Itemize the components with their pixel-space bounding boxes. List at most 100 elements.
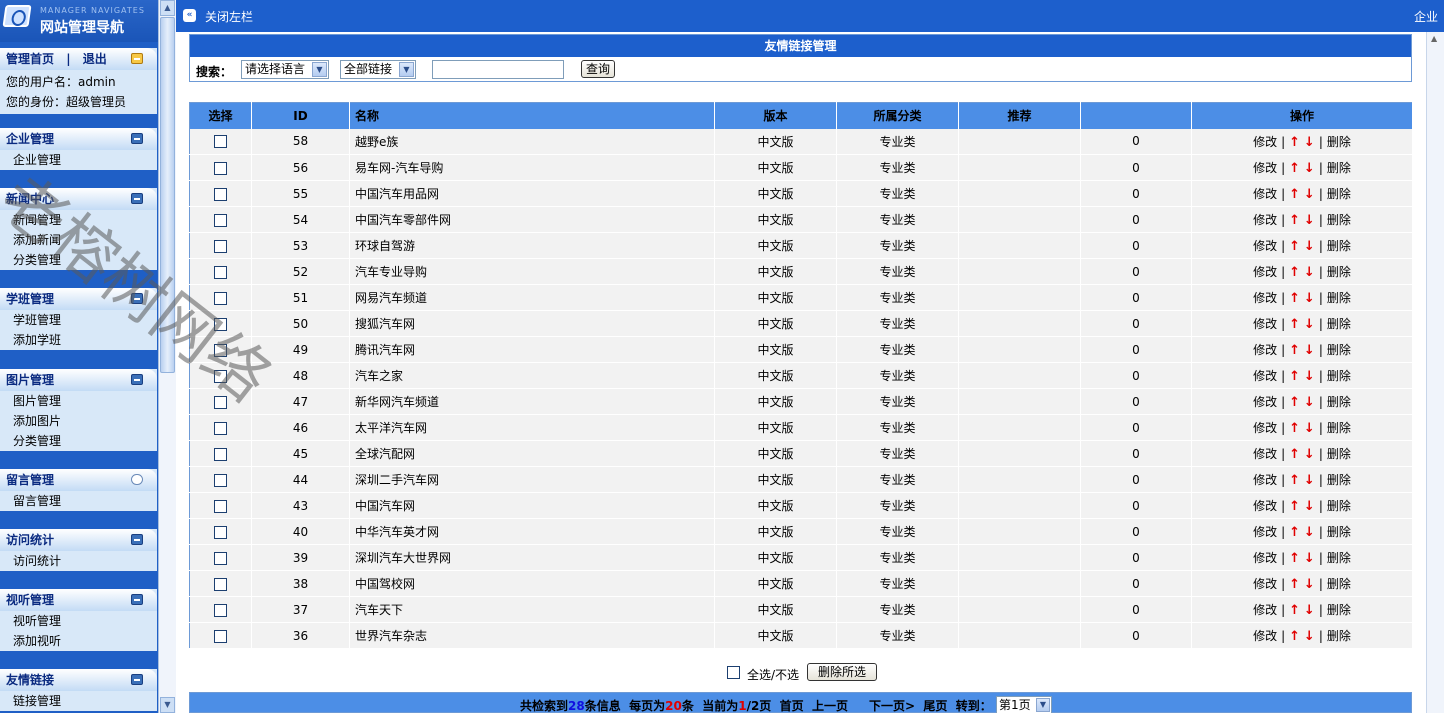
move-down-arrow-icon[interactable]: ↓ (1304, 317, 1315, 332)
scroll-up-icon[interactable]: ▲ (1431, 34, 1437, 43)
move-up-arrow-icon[interactable]: ↑ (1289, 447, 1300, 462)
edit-link[interactable]: 修改 (1253, 551, 1277, 565)
edit-link[interactable]: 修改 (1253, 577, 1277, 591)
main-scrollbar[interactable]: ▲ (1426, 32, 1444, 713)
collapse-icon[interactable] (131, 133, 143, 144)
sidebar-item-visit-stats[interactable]: 访问统计 (0, 551, 157, 571)
move-down-arrow-icon[interactable]: ↓ (1304, 343, 1315, 358)
sidebar-item-video-manage[interactable]: 视听管理 (0, 611, 157, 631)
move-down-arrow-icon[interactable]: ↓ (1304, 551, 1315, 566)
move-up-arrow-icon[interactable]: ↑ (1289, 473, 1300, 488)
move-up-arrow-icon[interactable]: ↑ (1289, 629, 1300, 644)
edit-link[interactable]: 修改 (1253, 499, 1277, 513)
move-down-arrow-icon[interactable]: ↓ (1304, 187, 1315, 202)
move-down-arrow-icon[interactable]: ↓ (1304, 577, 1315, 592)
sidebar-item-add-news[interactable]: 添加新闻 (0, 230, 157, 250)
move-up-arrow-icon[interactable]: ↑ (1289, 187, 1300, 202)
edit-link[interactable]: 修改 (1253, 317, 1277, 331)
collapse-icon[interactable] (131, 374, 143, 385)
delete-link[interactable]: 删除 (1327, 291, 1351, 305)
chevron-down-icon[interactable]: ▼ (399, 62, 414, 77)
row-checkbox[interactable] (214, 369, 227, 383)
sidebar-item-company-manage[interactable]: 企业管理 (0, 150, 157, 170)
row-checkbox[interactable] (214, 187, 227, 201)
select-all-checkbox[interactable] (727, 666, 740, 679)
row-checkbox[interactable] (214, 317, 227, 331)
delete-link[interactable]: 删除 (1327, 603, 1351, 617)
delete-link[interactable]: 删除 (1327, 187, 1351, 201)
edit-link[interactable]: 修改 (1253, 447, 1277, 461)
delete-link[interactable]: 删除 (1327, 525, 1351, 539)
delete-link[interactable]: 删除 (1327, 577, 1351, 591)
edit-link[interactable]: 修改 (1253, 473, 1277, 487)
row-checkbox[interactable] (214, 629, 227, 643)
move-up-arrow-icon[interactable]: ↑ (1289, 239, 1300, 254)
move-down-arrow-icon[interactable]: ↓ (1304, 629, 1315, 644)
sidebar-item-news-category[interactable]: 分类管理 (0, 250, 157, 270)
keyword-input[interactable] (432, 60, 564, 79)
move-up-arrow-icon[interactable]: ↑ (1289, 135, 1300, 150)
next-page-link[interactable]: 下一页> (869, 699, 915, 713)
move-down-arrow-icon[interactable]: ↓ (1304, 447, 1315, 462)
move-down-arrow-icon[interactable]: ↓ (1304, 135, 1315, 150)
row-checkbox[interactable] (214, 551, 227, 565)
collapse-icon[interactable] (131, 293, 143, 304)
delete-link[interactable]: 删除 (1327, 421, 1351, 435)
delete-link[interactable]: 删除 (1327, 447, 1351, 461)
sidebar-group-header[interactable]: 新闻中心 (0, 188, 157, 210)
delete-link[interactable]: 删除 (1327, 239, 1351, 253)
row-checkbox[interactable] (214, 603, 227, 617)
move-up-arrow-icon[interactable]: ↑ (1289, 421, 1300, 436)
sidebar-item-image-manage[interactable]: 图片管理 (0, 391, 157, 411)
move-down-arrow-icon[interactable]: ↓ (1304, 603, 1315, 618)
move-down-arrow-icon[interactable]: ↓ (1304, 291, 1315, 306)
row-checkbox[interactable] (214, 213, 227, 227)
toggle-sidebar-link[interactable]: 关闭左栏 (205, 8, 253, 25)
edit-link[interactable]: 修改 (1253, 629, 1277, 643)
move-up-arrow-icon[interactable]: ↑ (1289, 577, 1300, 592)
row-checkbox[interactable] (214, 291, 227, 305)
delete-link[interactable]: 删除 (1327, 343, 1351, 357)
scroll-up-icon[interactable]: ▲ (160, 0, 175, 16)
double-chevron-left-icon[interactable]: « (183, 9, 196, 22)
move-down-arrow-icon[interactable]: ↓ (1304, 161, 1315, 176)
move-up-arrow-icon[interactable]: ↑ (1289, 551, 1300, 566)
sidebar-item-class-manage[interactable]: 学班管理 (0, 310, 157, 330)
move-down-arrow-icon[interactable]: ↓ (1304, 239, 1315, 254)
move-up-arrow-icon[interactable]: ↑ (1289, 525, 1300, 540)
move-down-arrow-icon[interactable]: ↓ (1304, 213, 1315, 228)
collapse-icon[interactable] (131, 674, 143, 685)
delete-link[interactable]: 删除 (1327, 499, 1351, 513)
last-page-link[interactable]: 尾页 (923, 699, 947, 713)
edit-link[interactable]: 修改 (1253, 187, 1277, 201)
scroll-thumb[interactable] (160, 17, 175, 373)
first-page-link[interactable]: 首页 (780, 699, 804, 713)
move-up-arrow-icon[interactable]: ↑ (1289, 395, 1300, 410)
move-down-arrow-icon[interactable]: ↓ (1304, 473, 1315, 488)
edit-link[interactable]: 修改 (1253, 291, 1277, 305)
page-select[interactable]: 第1页 ▼ (995, 696, 1052, 713)
home-icon[interactable] (131, 53, 143, 64)
language-select[interactable]: 请选择语言 ▼ (241, 60, 329, 79)
edit-link[interactable]: 修改 (1253, 603, 1277, 617)
row-checkbox[interactable] (214, 395, 227, 409)
sidebar-group-header[interactable]: 图片管理 (0, 369, 157, 391)
edit-link[interactable]: 修改 (1253, 421, 1277, 435)
sidebar-group-header[interactable]: 友情链接 (0, 669, 157, 691)
sidebar-item-add-class[interactable]: 添加学班 (0, 330, 157, 350)
home-link[interactable]: 管理首页 (6, 52, 54, 66)
delete-link[interactable]: 删除 (1327, 395, 1351, 409)
category-select[interactable]: 全部链接 ▼ (340, 60, 416, 79)
sidebar-item-add-image[interactable]: 添加图片 (0, 411, 157, 431)
sidebar-item-news-manage[interactable]: 新闻管理 (0, 210, 157, 230)
row-checkbox[interactable] (214, 473, 227, 487)
collapse-icon[interactable] (131, 193, 143, 204)
collapse-icon[interactable] (131, 594, 143, 605)
move-down-arrow-icon[interactable]: ↓ (1304, 265, 1315, 280)
move-up-arrow-icon[interactable]: ↑ (1289, 317, 1300, 332)
sidebar-item-add-video[interactable]: 添加视听 (0, 631, 157, 651)
edit-link[interactable]: 修改 (1253, 161, 1277, 175)
collapse-icon[interactable] (131, 534, 143, 545)
scroll-down-icon[interactable]: ▼ (160, 697, 175, 713)
row-checkbox[interactable] (214, 343, 227, 357)
